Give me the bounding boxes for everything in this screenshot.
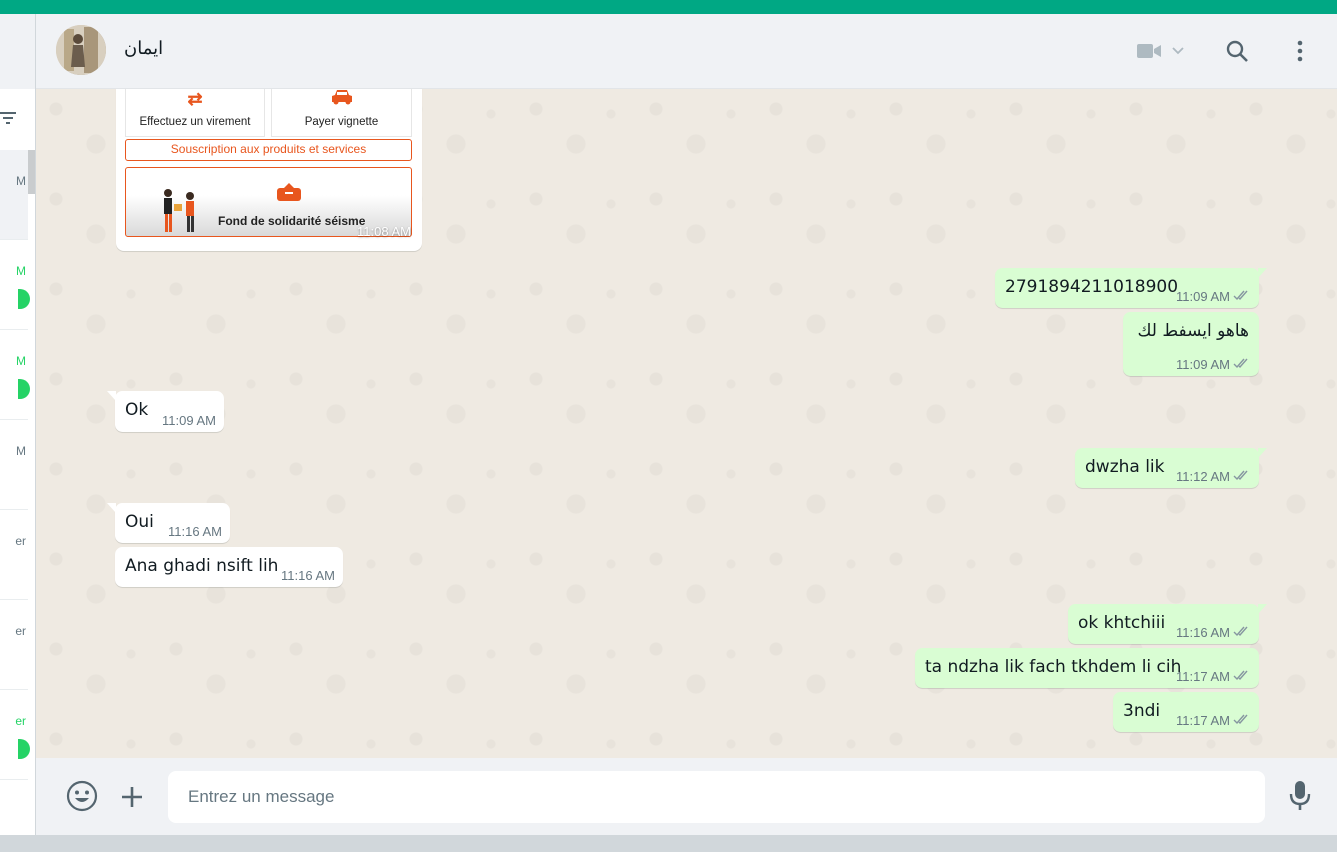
image-preview[interactable]: ⇄ Effectuez un virement Payer vignette S… (119, 89, 419, 247)
chat-list-time: M (16, 174, 26, 188)
chat-list-time: M (16, 264, 26, 278)
message-time: 11:17 AM (1176, 713, 1230, 728)
emoji-icon[interactable] (64, 778, 100, 814)
message-time: 11:09 AM (1176, 357, 1230, 372)
image-tile: ⇄ Effectuez un virement (125, 89, 265, 137)
message-meta: 11:09 AM (1176, 289, 1251, 304)
chat-header[interactable]: ايمان (36, 14, 1337, 89)
unread-badge (18, 739, 30, 759)
image-tile-label: Effectuez un virement (139, 116, 251, 128)
double-check-icon (1233, 713, 1251, 728)
image-tile: Payer vignette (271, 89, 412, 137)
unread-badge (18, 289, 30, 309)
image-message[interactable]: ⇄ Effectuez un virement Payer vignette S… (116, 89, 422, 251)
message-text: ta ndzha lik fach tkhdem li cih (925, 657, 1182, 677)
image-fund-label: Fond de solidarité séisme (218, 214, 366, 228)
message-time: 11:16 AM (1176, 625, 1230, 640)
chat-list-item[interactable]: M (0, 150, 28, 240)
app-top-bar (0, 0, 1337, 14)
transfer-icon: ⇄ (187, 89, 203, 109)
microphone-icon[interactable] (1286, 778, 1314, 814)
bubble-tail (1258, 448, 1267, 458)
donation-icon (276, 182, 302, 207)
incoming-message[interactable]: Oui 11:16 AM (107, 503, 230, 543)
sidebar-header (0, 14, 35, 89)
message-time: 11:09 AM (162, 413, 216, 428)
menu-icon[interactable] (1288, 38, 1312, 64)
outgoing-message[interactable]: dwzha lik 11:12 AM (1075, 448, 1267, 488)
message-meta: 11:16 AM (168, 524, 222, 539)
chat-list-item[interactable]: er (0, 510, 28, 600)
message-text: dwzha lik (1085, 457, 1165, 477)
plus-icon[interactable] (116, 781, 148, 813)
chat-list-item[interactable]: M (0, 420, 28, 510)
message-meta: 11:17 AM (1176, 713, 1251, 728)
message-text: Ana ghadi nsift lih (125, 556, 279, 576)
outgoing-message[interactable]: 3ndi 11:17 AM (1113, 692, 1259, 732)
message-time: 11:16 AM (281, 568, 335, 583)
chat-list-item[interactable]: M (0, 240, 30, 330)
contact-name[interactable]: ايمان (124, 38, 163, 59)
chat-list-time: M (16, 354, 26, 368)
bubble-tail (1258, 268, 1267, 278)
message-meta: 11:16 AM (1176, 625, 1251, 640)
car-icon (272, 89, 411, 110)
bubble-tail (107, 503, 116, 513)
contact-avatar[interactable] (56, 25, 106, 75)
chat-list-item[interactable]: M (0, 330, 30, 420)
chat-list-item[interactable]: er (0, 600, 28, 690)
outgoing-message[interactable]: ta ndzha lik fach tkhdem li cih 11:17 AM (915, 648, 1259, 688)
chat-list-item[interactable]: er (0, 690, 30, 780)
message-text: Ok (125, 400, 149, 420)
image-subscribe-banner: Souscription aux produits et services (125, 139, 412, 161)
outgoing-message[interactable]: ok khtchiii 11:16 AM (1068, 604, 1267, 644)
incoming-message[interactable]: Ana ghadi nsift lih 11:16 AM (115, 547, 343, 587)
double-check-icon (1233, 469, 1251, 484)
unread-badge (18, 379, 30, 399)
message-meta: 11:17 AM (1176, 669, 1251, 684)
message-text: ok khtchiii (1078, 613, 1166, 633)
outgoing-message[interactable]: 2791894211018900 11:09 AM (995, 268, 1267, 308)
message-meta: 11:12 AM (1176, 469, 1251, 484)
message-time: 11:08 AM (357, 224, 411, 239)
chat-list-time: er (15, 624, 26, 638)
video-camera-icon[interactable] (1136, 39, 1162, 63)
message-time: 11:16 AM (168, 524, 222, 539)
message-text: Oui (125, 512, 154, 532)
message-list[interactable]: ⇄ Effectuez un virement Payer vignette S… (36, 89, 1337, 758)
message-time: 11:17 AM (1176, 669, 1230, 684)
sidebar-scrollbar[interactable] (28, 150, 35, 194)
double-check-icon (1233, 669, 1251, 684)
chevron-down-icon[interactable] (1170, 43, 1186, 59)
message-composer (36, 758, 1337, 835)
message-input[interactable] (168, 771, 1265, 823)
image-tile-label: Payer vignette (304, 116, 379, 128)
chat-list-sidebar: M M M M er er er (0, 14, 36, 835)
chat-list-time: M (16, 444, 26, 458)
message-text: 2791894211018900 (1005, 277, 1179, 297)
message-meta: 11:16 AM (281, 568, 335, 583)
double-check-icon (1233, 357, 1251, 372)
message-text: 3ndi (1123, 701, 1161, 721)
message-meta: 11:09 AM (1176, 357, 1251, 372)
bubble-tail (1258, 604, 1267, 614)
double-check-icon (1233, 625, 1251, 640)
chat-list-time: er (15, 534, 26, 548)
message-time: 11:12 AM (1176, 469, 1230, 484)
incoming-message[interactable]: Ok 11:09 AM (107, 391, 224, 432)
message-time: 11:09 AM (1176, 289, 1230, 304)
double-check-icon (1233, 289, 1251, 304)
search-icon[interactable] (1224, 38, 1250, 64)
message-text: هاهو ايسفط لك (1137, 321, 1249, 341)
chat-list-time: er (15, 714, 26, 728)
bubble-tail (107, 391, 116, 401)
filter-icon[interactable] (0, 108, 20, 128)
outgoing-message[interactable]: هاهو ايسفط لك 11:09 AM (1123, 312, 1259, 376)
people-illustration-icon (160, 188, 200, 239)
message-meta: 11:09 AM (162, 413, 216, 428)
